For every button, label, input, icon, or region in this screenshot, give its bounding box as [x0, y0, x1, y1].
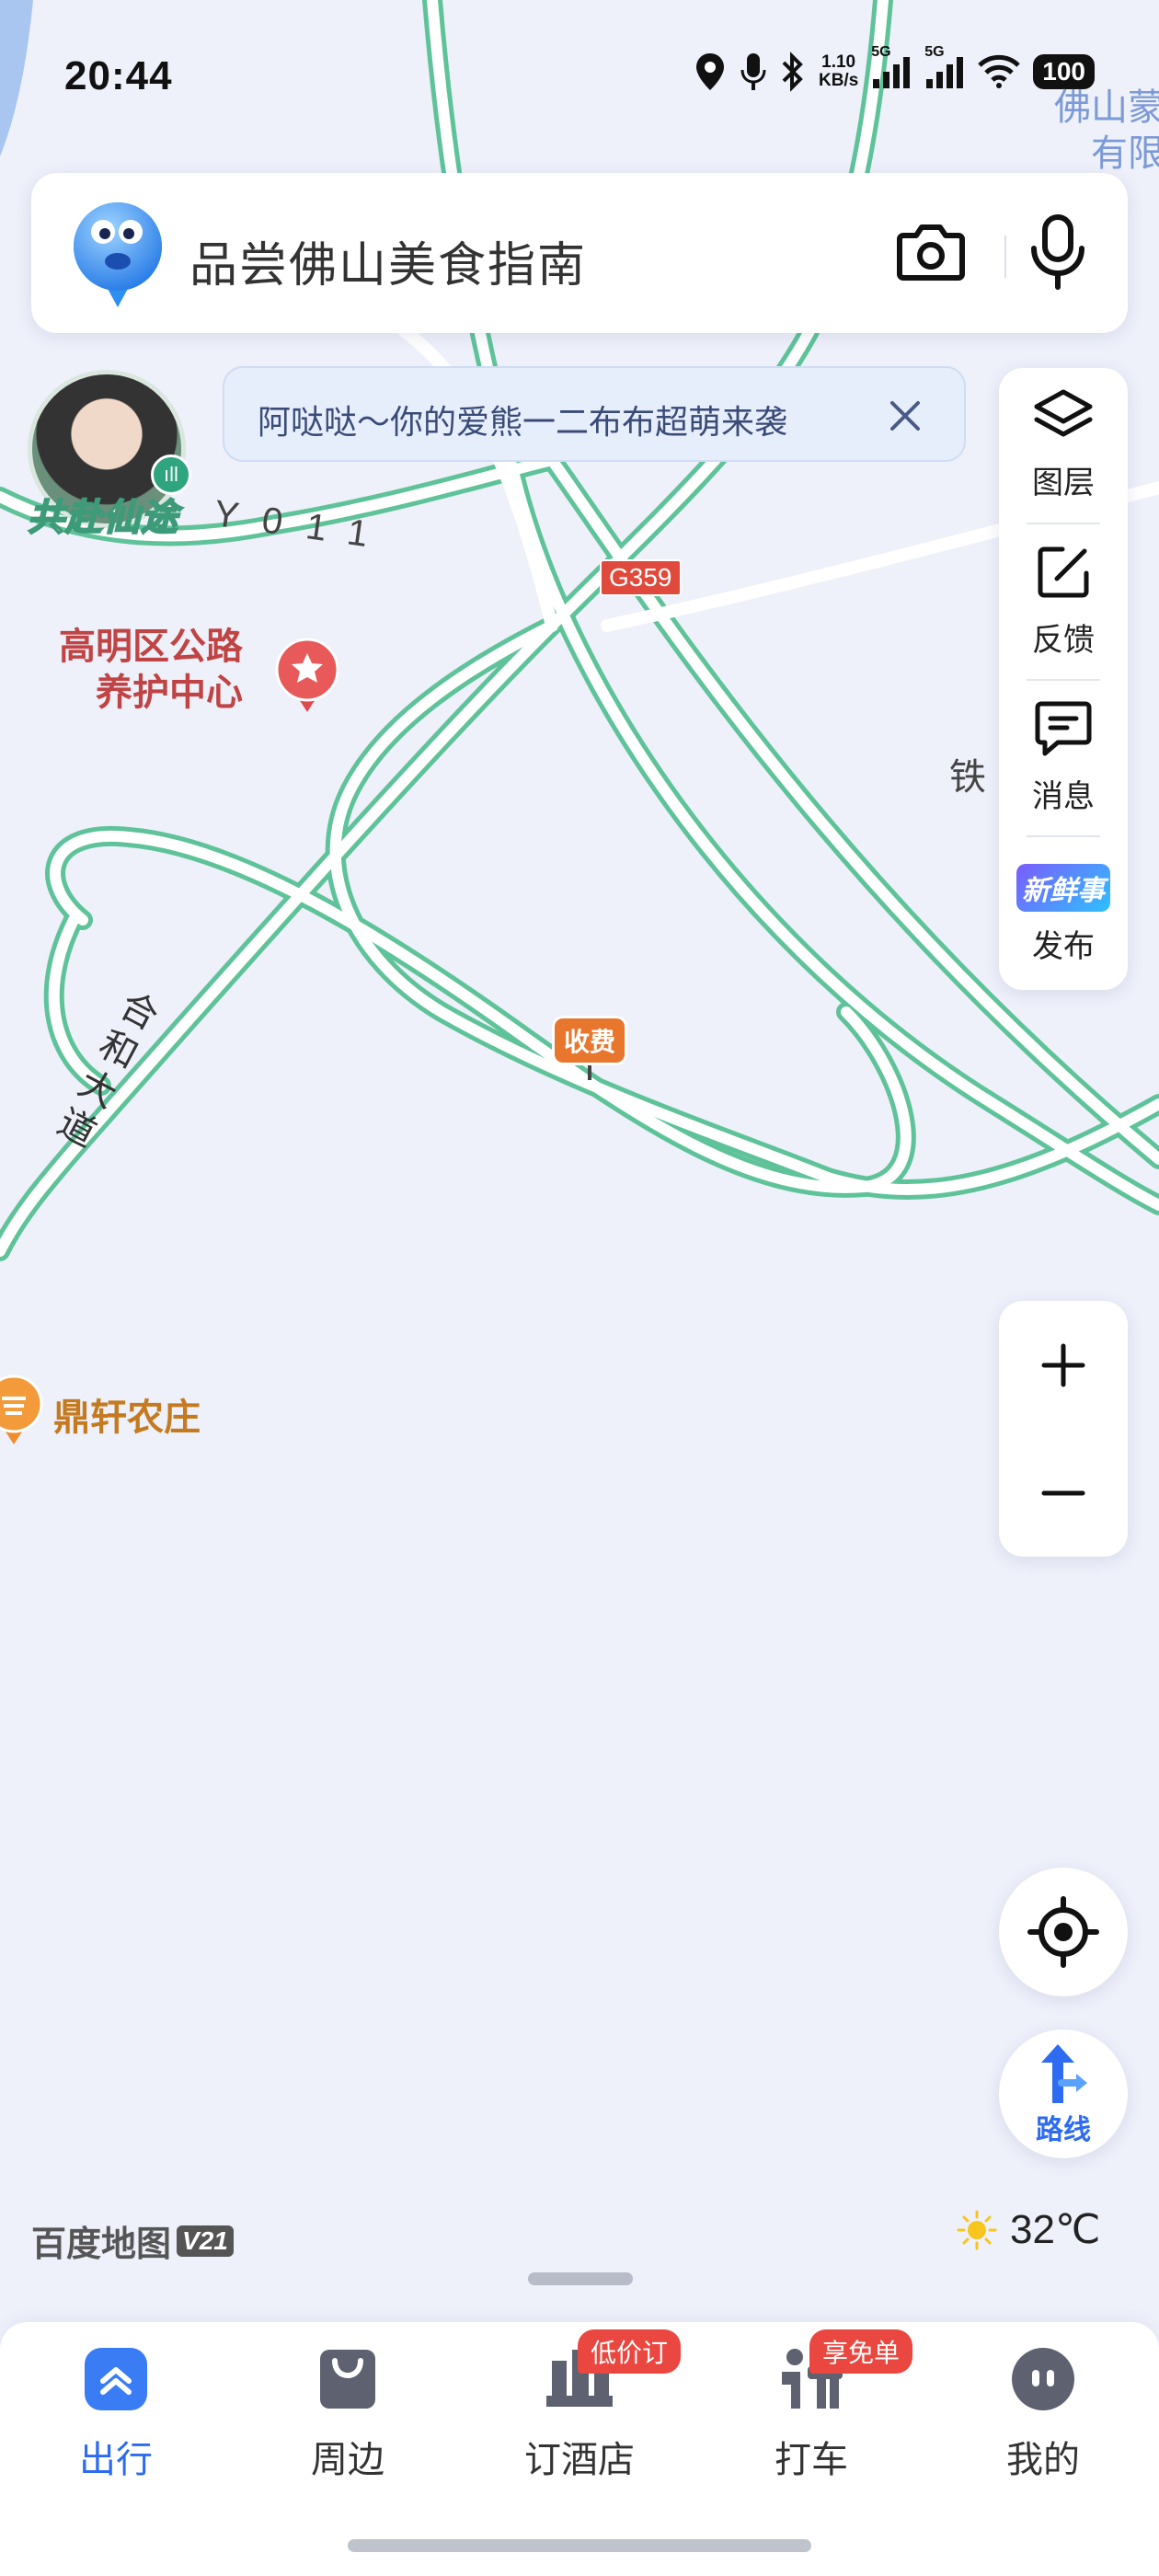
nav-nearby[interactable]: 周边 — [247, 2344, 449, 2483]
status-icons: 1.10 KB/s 5G 5G 100 — [694, 44, 1095, 92]
search-input[interactable]: 品尝佛山美食指南 — [189, 226, 587, 295]
locate-icon — [1027, 1896, 1099, 1968]
route-button[interactable]: 路线 — [999, 2030, 1128, 2158]
camera-icon[interactable] — [896, 221, 966, 288]
banner-text: 阿哒哒～你的爱熊一二布布超萌来袭 — [258, 403, 788, 441]
close-icon[interactable] — [887, 397, 924, 439]
tool-feedback[interactable]: 反馈 — [999, 524, 1128, 679]
fresh-news-icon: 新鲜事 — [1016, 863, 1110, 912]
nav-nearby-label: 周边 — [311, 2440, 384, 2480]
route-label: 路线 — [1036, 2115, 1091, 2145]
taxi-promo-badge: 享免单 — [809, 2329, 913, 2374]
feedback-edit-icon — [1035, 544, 1092, 605]
poi-dingxuan-farm[interactable]: 鼎轩农庄 — [53, 1387, 201, 1441]
tool-layers[interactable]: 图层 — [999, 368, 1128, 523]
map-label-top-right: 佛山蒙 有限 — [1054, 87, 1159, 174]
poi-star-icon[interactable] — [274, 637, 340, 719]
poi-gaoming-road-center[interactable]: 高明区公路 养护中心 — [59, 624, 243, 716]
highway-shield-g359: G359 — [600, 559, 682, 596]
minus-icon — [1041, 1490, 1085, 1495]
profile-icon — [1008, 2344, 1078, 2419]
road-label-tie: 铁 — [949, 757, 986, 798]
mic-icon — [740, 52, 767, 92]
nav-hotel-label: 订酒店 — [524, 2440, 635, 2480]
avatar-label: 共赴仙途 — [27, 497, 178, 539]
toll-marker[interactable]: 收费 — [552, 1016, 628, 1080]
plus-icon — [1041, 1343, 1085, 1386]
poi-restaurant-icon[interactable] — [0, 1374, 44, 1451]
zoom-out-button[interactable] — [999, 1429, 1128, 1557]
signal-icon: 5G — [871, 44, 912, 90]
nav-profile-label: 我的 — [1006, 2440, 1080, 2480]
microphone-icon[interactable] — [1028, 213, 1087, 295]
layers-icon — [1033, 388, 1094, 448]
nav-taxi-label: 打车 — [775, 2440, 848, 2480]
tool-panel: 图层 反馈 消息 新鲜事 发布 — [999, 368, 1128, 990]
nearby-bag-icon — [313, 2344, 383, 2419]
nav-travel[interactable]: 出行 — [15, 2344, 217, 2483]
locate-button[interactable] — [999, 1868, 1128, 1996]
signal-icon: 5G — [924, 44, 965, 90]
tool-publish[interactable]: 新鲜事 发布 — [999, 837, 1128, 992]
net-speed: 1.10 KB/s — [818, 52, 859, 90]
status-time: 20:44 — [64, 53, 173, 98]
drawer-handle[interactable] — [528, 2272, 633, 2285]
travel-icon — [81, 2344, 151, 2419]
weather-widget[interactable]: 32℃ — [957, 2206, 1100, 2253]
tool-publish-label: 发布 — [1032, 928, 1095, 964]
temperature: 32℃ — [1010, 2207, 1101, 2252]
mascot-icon[interactable] — [70, 195, 166, 314]
home-indicator[interactable] — [348, 2539, 811, 2552]
bluetooth-icon — [780, 52, 806, 92]
tool-messages[interactable]: 消息 — [999, 681, 1128, 835]
wifi-icon — [978, 54, 1021, 89]
nav-profile[interactable]: 我的 — [942, 2344, 1144, 2483]
sun-icon — [957, 2210, 997, 2249]
tool-feedback-label: 反馈 — [1032, 623, 1095, 658]
nav-travel-label: 出行 — [79, 2440, 153, 2480]
tool-messages-label: 消息 — [1032, 779, 1095, 814]
hotel-promo-badge: 低价订 — [578, 2329, 682, 2374]
search-divider — [1004, 236, 1006, 278]
zoom-in-button[interactable] — [999, 1301, 1128, 1429]
location-icon — [694, 52, 727, 92]
message-icon — [1034, 700, 1093, 762]
baidu-map-logo: 百度地图 V21 — [31, 2215, 234, 2266]
tool-layers-label: 图层 — [1032, 466, 1095, 500]
zoom-control — [999, 1301, 1128, 1557]
route-arrow-icon — [1041, 2044, 1087, 2103]
